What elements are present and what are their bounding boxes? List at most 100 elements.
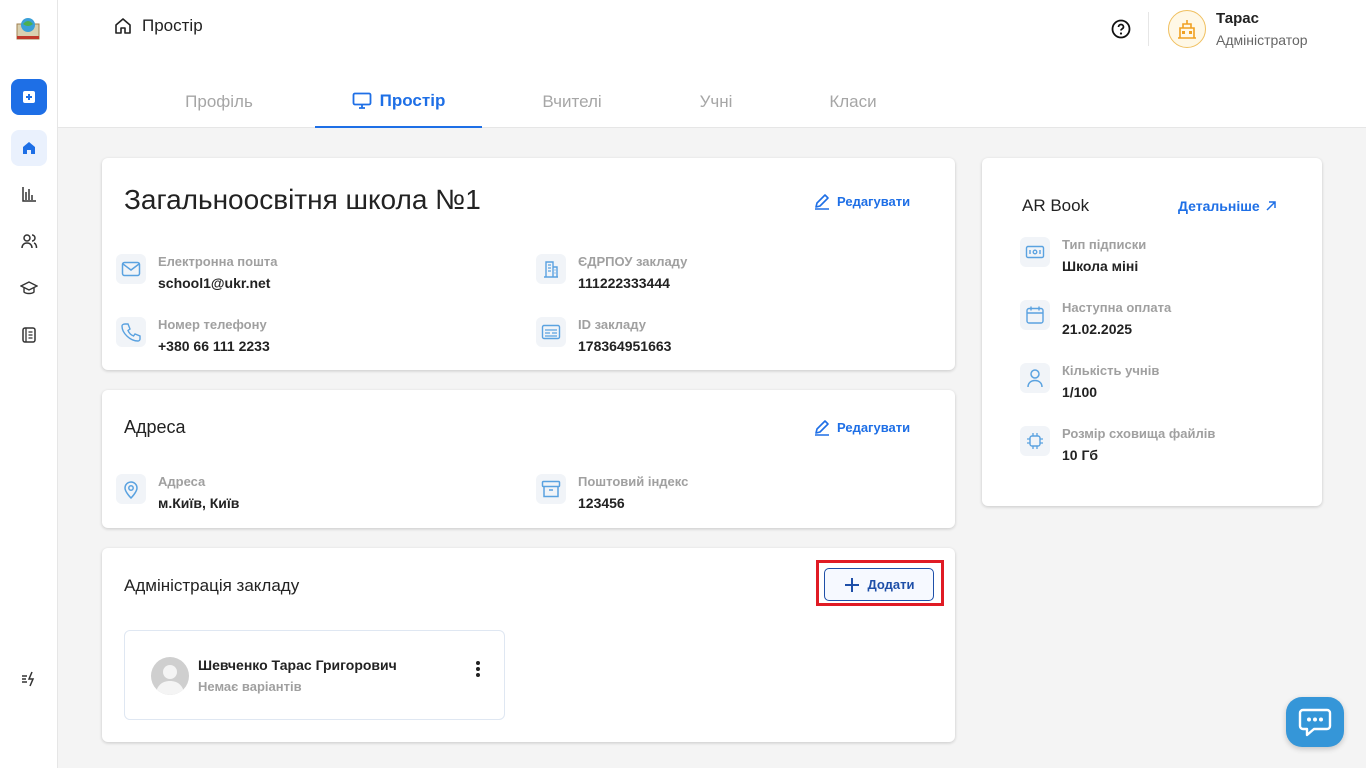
- subscription-card: AR Book Детальніше Тип підписки Школа мін…: [982, 158, 1322, 506]
- field-value: м.Київ, Київ: [158, 495, 240, 511]
- edit-label: Редагувати: [837, 419, 911, 435]
- sidebar-item-library[interactable]: [11, 317, 47, 353]
- pencil-icon: [815, 420, 829, 436]
- school-info-card: Загальноосвітня школа №1 Редагувати Елек…: [102, 158, 955, 370]
- address-card: Адреса Редагувати Адреса м.Київ, Київ Пош…: [102, 390, 955, 528]
- student-count-field: Кількість учнів 1/100: [1020, 363, 1159, 401]
- building-icon: [536, 254, 566, 284]
- tab-classes[interactable]: Класи: [810, 76, 896, 128]
- field-label: Наступна оплата: [1062, 300, 1172, 315]
- users-icon: [21, 234, 38, 249]
- arrow-up-right-icon: [1266, 201, 1276, 211]
- school-id-field: ID закладу 178364951663: [536, 317, 671, 355]
- user-name: Тарас: [1216, 10, 1259, 27]
- field-label: ЄДРПОУ закладу: [578, 254, 688, 269]
- add-admin-button[interactable]: Додати: [824, 568, 934, 601]
- chip-icon: [1020, 426, 1050, 456]
- tab-label: Класи: [829, 92, 877, 111]
- edit-address-button[interactable]: Редагувати: [813, 418, 910, 436]
- map-pin-icon: [116, 474, 146, 504]
- divider: [1148, 12, 1149, 46]
- person-name: Шевченко Тарас Григорович: [198, 657, 397, 673]
- tab-label: Учні: [699, 92, 733, 111]
- help-icon[interactable]: [1110, 18, 1132, 40]
- tab-space[interactable]: Простір: [315, 76, 482, 128]
- tab-label: Вчителі: [542, 92, 602, 111]
- pencil-icon: [815, 194, 829, 210]
- chat-button[interactable]: [1286, 697, 1344, 747]
- details-label: Детальніше: [1178, 198, 1260, 214]
- field-label: Номер телефону: [158, 317, 267, 332]
- tab-profile[interactable]: Профіль: [160, 76, 278, 128]
- breadcrumb-label: Простір: [142, 16, 203, 35]
- add-new-button[interactable]: [11, 79, 47, 115]
- field-label: Розмір сховища файлів: [1062, 426, 1216, 441]
- address-title: Адреса: [124, 417, 186, 437]
- school-logo-icon[interactable]: [14, 14, 42, 42]
- book-icon: [22, 327, 36, 343]
- sidebar-item-courses[interactable]: [11, 270, 47, 306]
- user-role: Адміністратор: [1216, 32, 1308, 48]
- field-value: 1/100: [1062, 384, 1098, 400]
- school-title: Загальноосвітня школа №1: [124, 184, 481, 215]
- edit-school-button[interactable]: Редагувати: [813, 192, 910, 210]
- edit-label: Редагувати: [837, 193, 911, 209]
- sidebar-item-statistics[interactable]: [11, 176, 47, 212]
- field-value: Школа міні: [1062, 258, 1139, 274]
- field-label: Кількість учнів: [1062, 363, 1160, 378]
- graduation-cap-icon: [20, 281, 38, 295]
- edrpou-field: ЄДРПОУ закладу 111222333444: [536, 254, 687, 292]
- plus-square-icon: [23, 91, 35, 103]
- tab-teachers[interactable]: Вчителі: [520, 76, 624, 128]
- bar-chart-icon: [22, 187, 36, 202]
- details-link[interactable]: Детальніше: [1178, 198, 1278, 214]
- mail-icon: [116, 254, 146, 284]
- sidebar-item-home[interactable]: [11, 130, 47, 166]
- email-field: Електронна пошта school1@ukr.net: [116, 254, 278, 292]
- field-value: 178364951663: [578, 338, 672, 354]
- tab-label: Простір: [379, 91, 446, 110]
- home-icon: [23, 142, 35, 154]
- admin-person-card[interactable]: Шевченко Тарас Григорович Немає варіанті…: [124, 630, 505, 720]
- archive-box-icon: [536, 474, 566, 504]
- more-vertical-icon[interactable]: [473, 659, 483, 679]
- field-value: school1@ukr.net: [158, 275, 271, 291]
- chat-bubble-icon: [1298, 708, 1332, 737]
- breadcrumb[interactable]: Простір: [114, 16, 203, 36]
- next-payment-field: Наступна оплата 21.02.2025: [1020, 300, 1171, 338]
- calendar-icon: [1020, 300, 1050, 330]
- monitor-icon: [352, 92, 372, 109]
- subscription-type-field: Тип підписки Школа міні: [1020, 237, 1146, 275]
- phone-icon: [116, 317, 146, 347]
- administration-title: Адміністрація закладу: [124, 576, 300, 595]
- address-field: Адреса м.Київ, Київ: [116, 474, 239, 512]
- field-label: Поштовий індекс: [578, 474, 689, 489]
- subscription-title: AR Book: [1022, 196, 1090, 215]
- phone-field: Номер телефону +380 66 111 2233: [116, 317, 270, 355]
- field-label: Адреса: [158, 474, 206, 489]
- school-building-icon: [1178, 20, 1196, 39]
- plus-icon: [845, 577, 860, 592]
- sidebar-item-updates[interactable]: [11, 661, 47, 697]
- field-value: 123456: [578, 495, 625, 511]
- field-value: 10 Гб: [1062, 447, 1099, 463]
- field-label: Електронна пошта: [158, 254, 278, 269]
- postal-code-field: Поштовий індекс 123456: [536, 474, 688, 512]
- id-card-icon: [536, 317, 566, 347]
- ticket-icon: [1020, 237, 1050, 267]
- field-value: 111222333444: [578, 275, 670, 291]
- user-icon: [1020, 363, 1050, 393]
- field-label: ID закладу: [578, 317, 646, 332]
- sidebar-item-users[interactable]: [11, 223, 47, 259]
- field-label: Тип підписки: [1062, 237, 1147, 252]
- user-avatar[interactable]: [1168, 10, 1206, 48]
- field-value: +380 66 111 2233: [158, 338, 270, 354]
- top-header: Простір Тарас Адміністратор Профіль Прос…: [58, 0, 1366, 128]
- administration-card: Адміністрація закладу Додати Шевченко Та…: [102, 548, 955, 742]
- add-label: Додати: [867, 577, 915, 592]
- lightning-icon: [22, 671, 35, 687]
- storage-size-field: Розмір сховища файлів 10 Гб: [1020, 426, 1215, 464]
- field-value: 21.02.2025: [1062, 321, 1133, 337]
- tab-students[interactable]: Учні: [678, 76, 754, 128]
- person-subtitle: Немає варіантів: [198, 679, 302, 694]
